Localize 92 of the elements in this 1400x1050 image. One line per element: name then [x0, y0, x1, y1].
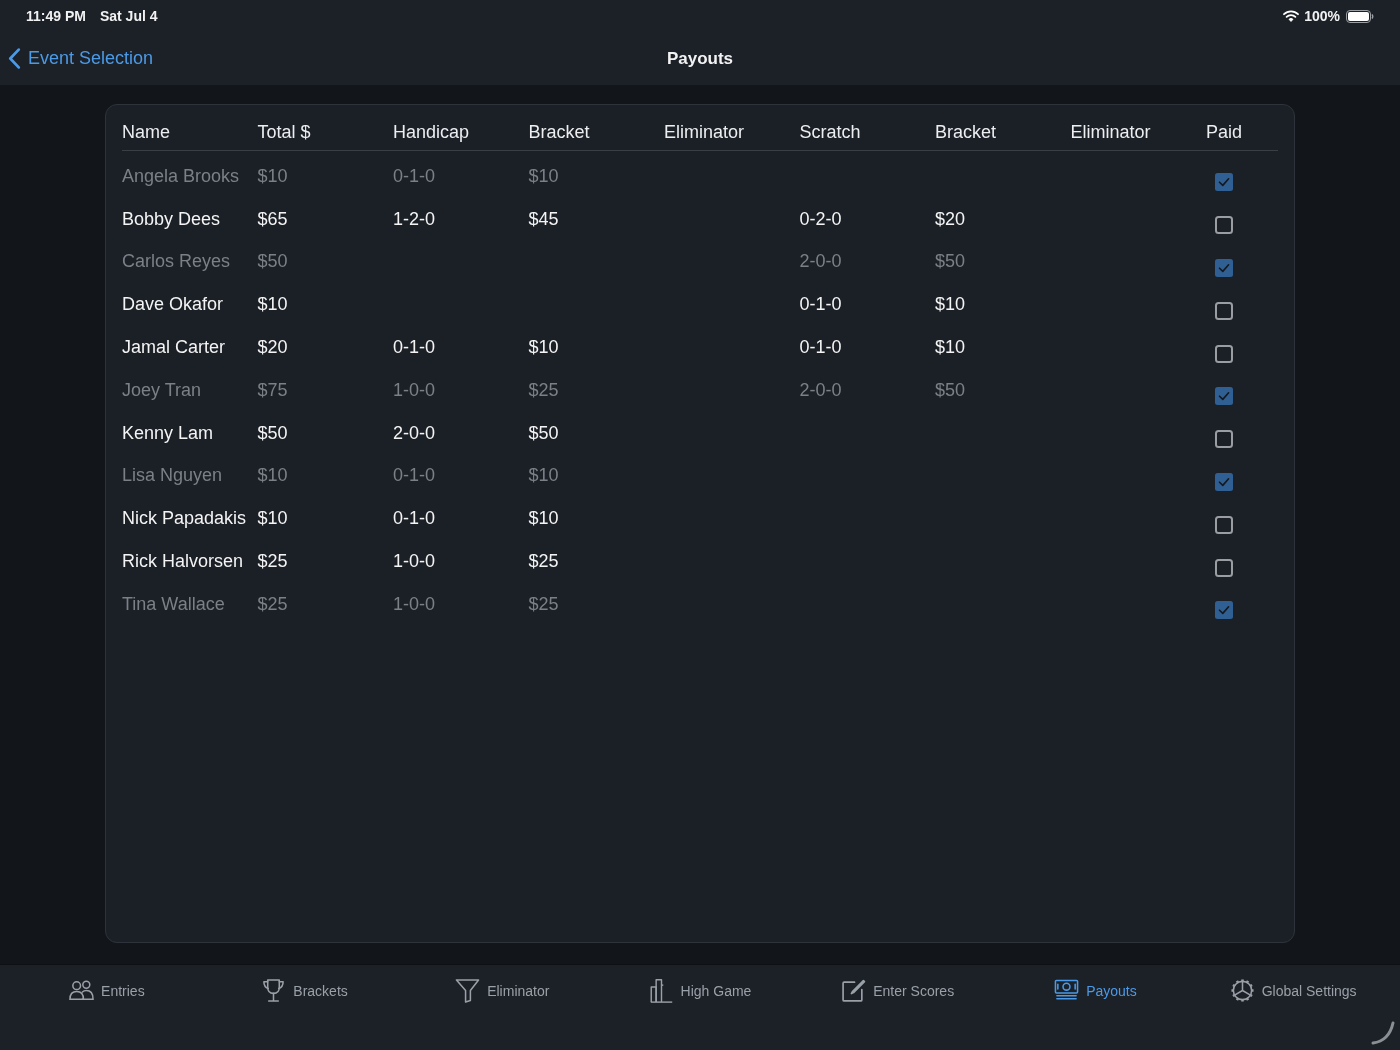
column-header: Eliminator [664, 122, 746, 143]
gear-icon [1229, 978, 1255, 1003]
table-cell-text: Lisa Nguyen [122, 465, 224, 487]
table-cell-text: $25 [528, 379, 560, 401]
table-cell-text: Dave Okafor [122, 294, 225, 316]
wifi-icon [1283, 10, 1300, 22]
paid-checkbox[interactable] [1215, 259, 1233, 277]
back-button[interactable]: Event Selection [8, 48, 154, 69]
tab-item[interactable]: High Game [648, 978, 752, 1003]
battery-icon [1346, 9, 1374, 23]
chevron-left-icon [8, 48, 21, 69]
table-cell-text: Joey Tran [122, 379, 203, 401]
table-cell-text: Tina Wallace [122, 593, 226, 615]
paid-checkbox[interactable] [1215, 472, 1233, 491]
table-cell-text: 2-0-0 [799, 251, 843, 273]
compose-icon [841, 978, 867, 1003]
table-cell-text: Carlos Reyes [122, 251, 232, 273]
bar-chart-icon [648, 978, 674, 1003]
table-cell-text: $10 [935, 294, 967, 316]
table-cell-text: $25 [528, 593, 560, 615]
table-cell-text: $10 [257, 465, 289, 487]
tab-item[interactable]: Entries [69, 978, 145, 1003]
table-cell-text: 1-0-0 [393, 379, 437, 401]
table-cell-text: $10 [528, 165, 560, 187]
people-icon [69, 978, 95, 1003]
tab-item[interactable]: Payouts [1054, 978, 1137, 1003]
column-header: Bracket [935, 122, 998, 143]
trophy-icon [261, 978, 287, 1003]
column-header: Total $ [257, 122, 312, 143]
table-cell-text: $20 [935, 208, 967, 230]
table-cell-text: $10 [257, 294, 289, 316]
paid-checkbox[interactable] [1215, 430, 1233, 449]
table-cell-text: 1-0-0 [393, 593, 437, 615]
table-cell-text: $50 [257, 251, 289, 273]
paid-checkbox[interactable] [1215, 387, 1233, 406]
column-header: Handicap [393, 122, 471, 143]
table-cell-text: $25 [528, 551, 560, 573]
battery-percentage: 100% [1304, 8, 1340, 24]
table-cell-text: $10 [528, 337, 560, 359]
corner-arc-icon [1371, 1021, 1395, 1045]
tab-item[interactable]: Global Settings [1229, 978, 1357, 1003]
column-header: Name [122, 122, 171, 143]
table-cell-text: $10 [528, 465, 560, 487]
funnel-icon [455, 978, 481, 1003]
table-cell-text: $50 [528, 422, 560, 444]
column-header: Paid [1206, 122, 1244, 143]
status-time: 11:49 PM [26, 8, 86, 24]
table-cell-text: $50 [935, 379, 967, 401]
table-cell-text: Kenny Lam [122, 422, 215, 444]
table-cell-text: $45 [528, 208, 560, 230]
table-cell-text: Nick Papadakis [122, 508, 248, 530]
column-header: Scratch [799, 122, 862, 143]
table-cell-text: 0-1-0 [393, 337, 437, 359]
table-cell-text: Rick Halvorsen [122, 551, 245, 573]
paid-checkbox[interactable] [1215, 515, 1233, 534]
table-cell-text: $50 [935, 251, 967, 273]
table-cell-text: 0-1-0 [799, 294, 843, 316]
table-cell-text: 0-1-0 [799, 337, 843, 359]
nav-title: Payouts [666, 48, 734, 69]
table-cell-text: $10 [935, 337, 967, 359]
table-cell-text: Bobby Dees [122, 208, 222, 230]
tab-item[interactable]: Brackets [261, 978, 348, 1003]
table-cell-text: $25 [257, 593, 289, 615]
table-cell-text: 0-1-0 [393, 165, 437, 187]
column-header: Eliminator [1070, 122, 1152, 143]
table-cell-text: $25 [257, 551, 289, 573]
table-cell-text: $20 [257, 337, 289, 359]
table-cell-text: 0-2-0 [799, 208, 843, 230]
table-cell-text: 1-2-0 [393, 208, 437, 230]
table-cell-text: $65 [257, 208, 289, 230]
paid-checkbox[interactable] [1215, 216, 1233, 235]
table-cell-text: 0-1-0 [393, 465, 437, 487]
paid-checkbox[interactable] [1215, 344, 1233, 363]
status-date: Sat Jul 4 [99, 8, 158, 24]
table-cell-text: Angela Brooks [122, 165, 241, 187]
table-cell-text: 2-0-0 [799, 379, 843, 401]
table-cell-text: $50 [257, 422, 289, 444]
table-cell-text: $75 [257, 379, 289, 401]
table-cell-text: $10 [257, 165, 289, 187]
table-cell-text: 1-0-0 [393, 551, 437, 573]
paid-checkbox[interactable] [1215, 301, 1233, 320]
column-header: Bracket [528, 122, 591, 143]
table-cell-text: 2-0-0 [393, 422, 437, 444]
paid-checkbox[interactable] [1215, 558, 1233, 577]
paid-checkbox[interactable] [1215, 173, 1233, 192]
paid-checkbox[interactable] [1215, 601, 1233, 620]
table-cell-text: 0-1-0 [393, 508, 437, 530]
tab-item[interactable]: Eliminator [455, 978, 550, 1003]
table-cell-text: $10 [528, 508, 560, 530]
tab-item[interactable]: Enter Scores [841, 978, 955, 1003]
table-cell-text: Jamal Carter [122, 337, 227, 359]
table-cell-text: $10 [257, 508, 289, 530]
